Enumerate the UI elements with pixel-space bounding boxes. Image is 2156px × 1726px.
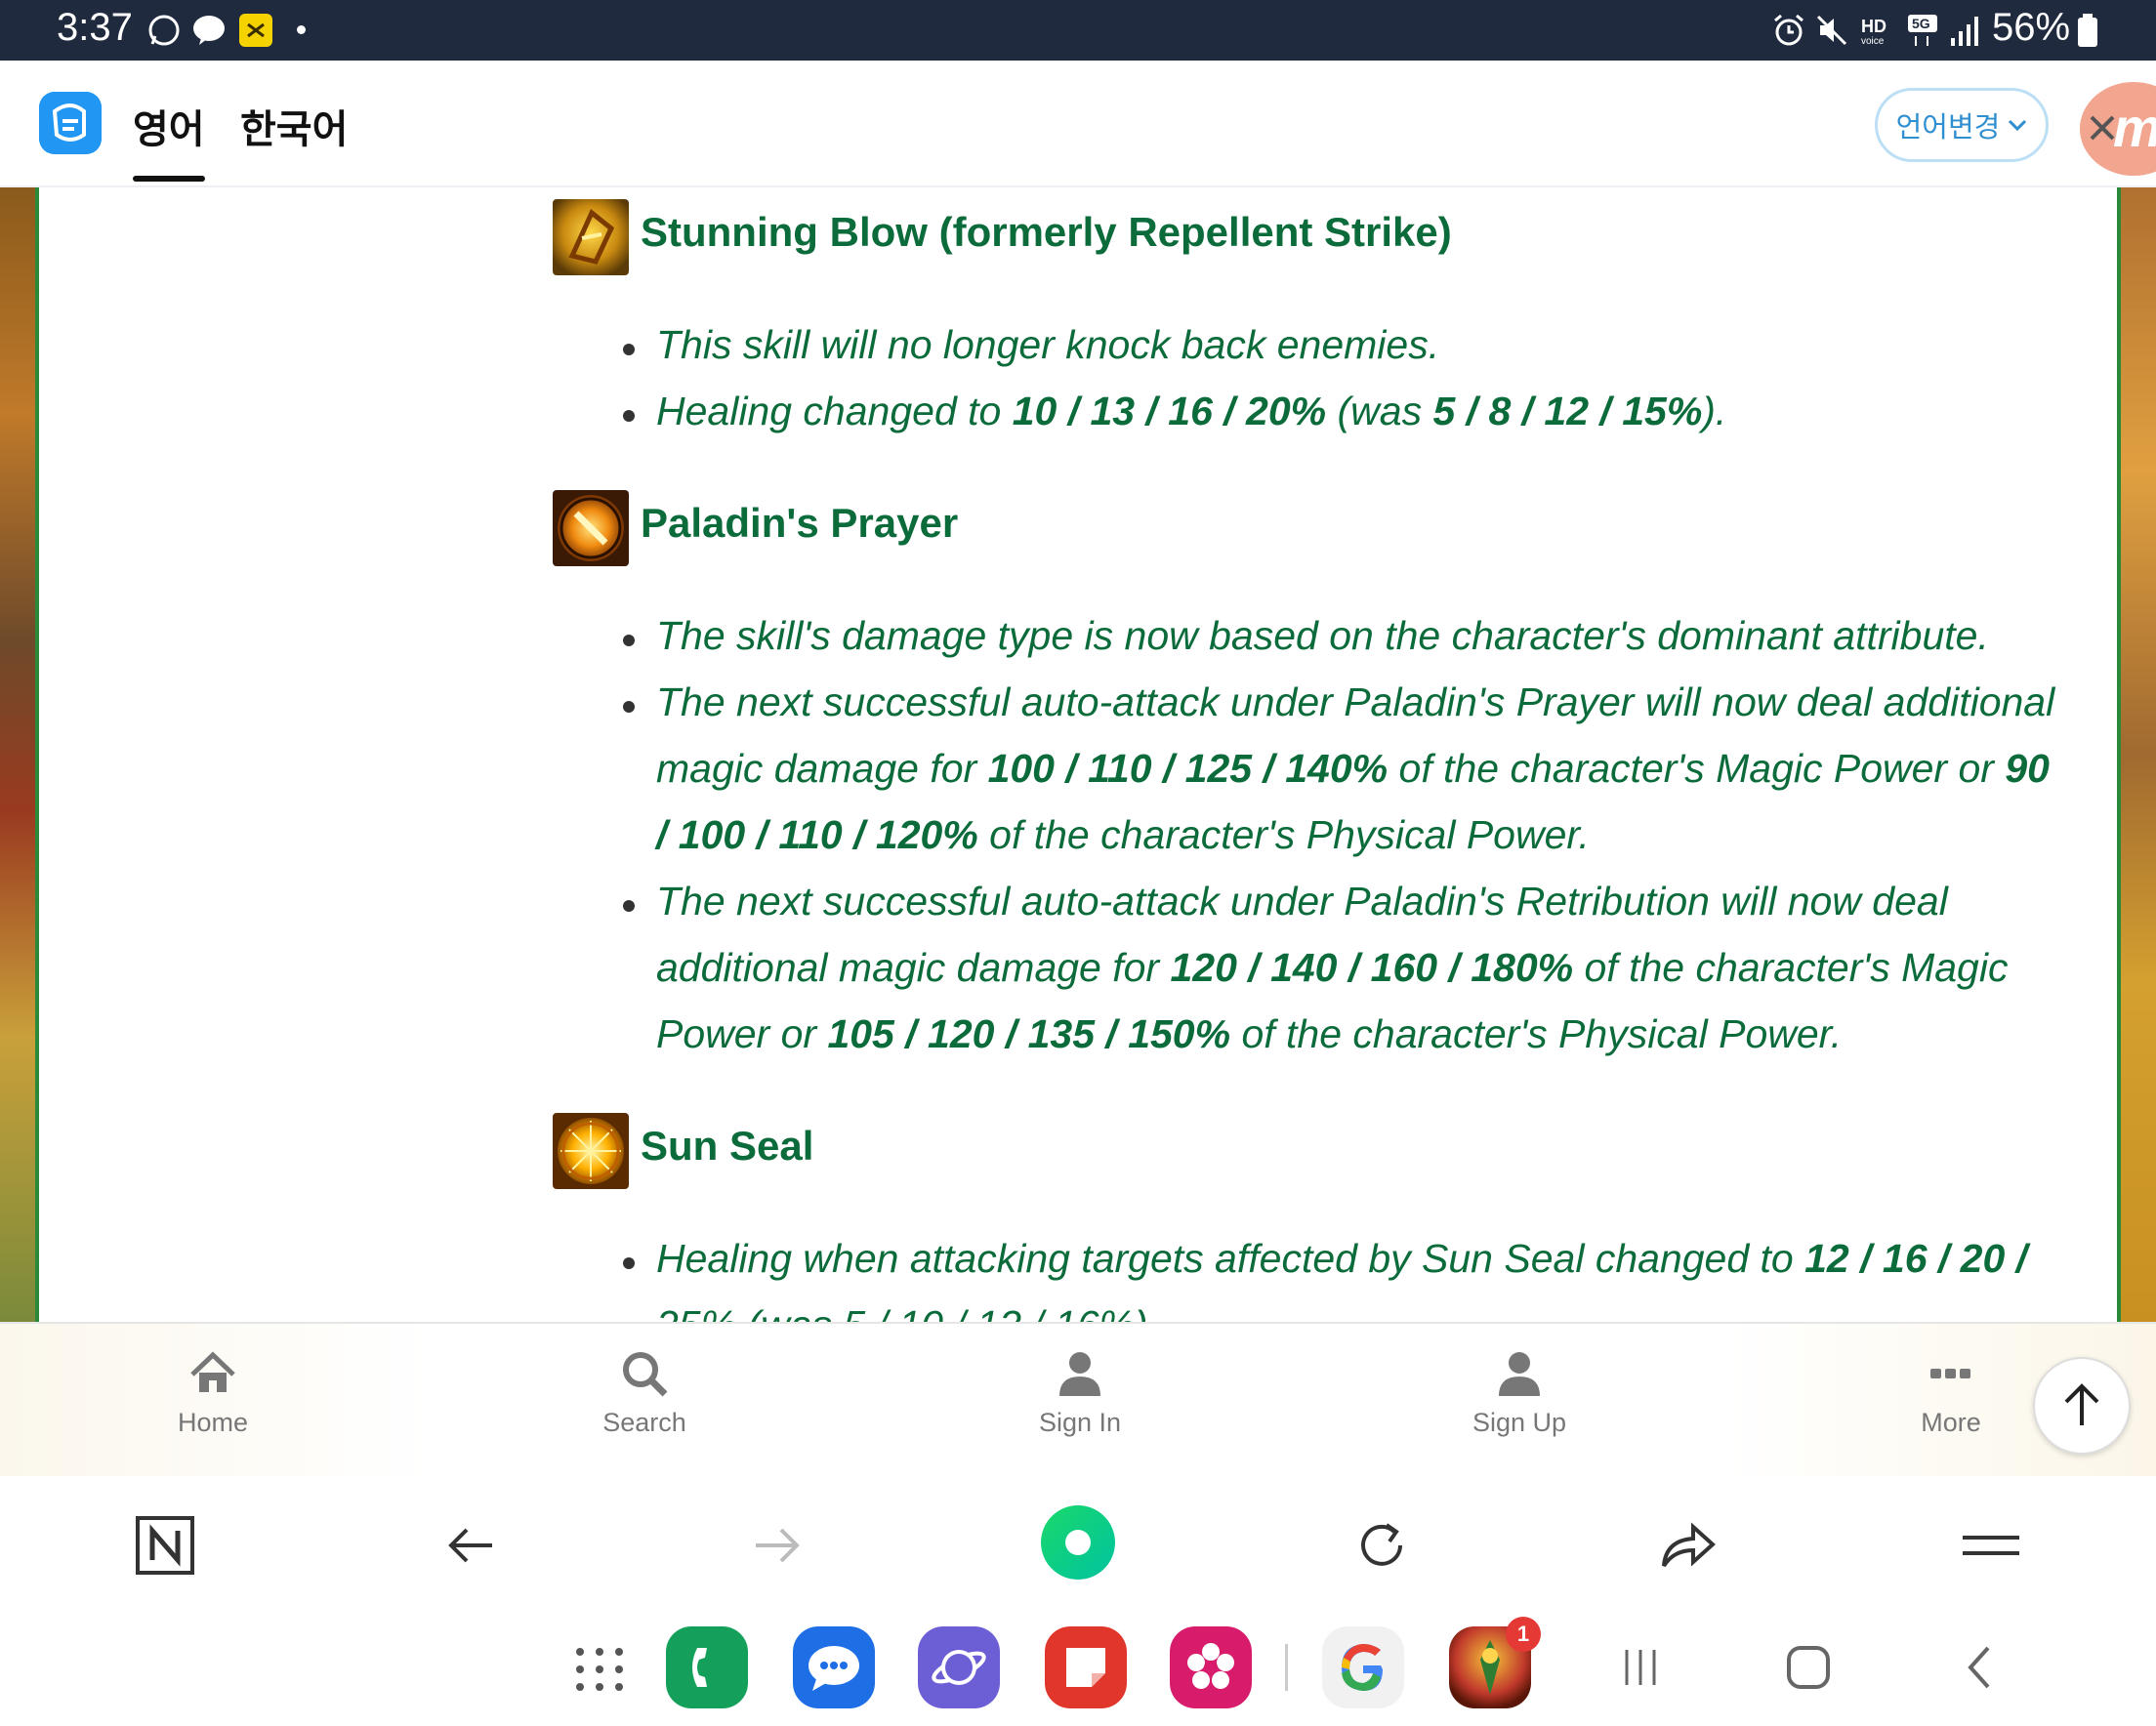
nav-more-label: More <box>1921 1408 1981 1437</box>
internet-app-icon[interactable] <box>918 1626 1000 1708</box>
bullet-text: The next successful auto-attack under Pa… <box>656 679 2055 724</box>
browser-toolbar <box>0 1476 2156 1613</box>
section-title-sun-seal: Sun Seal <box>641 1123 814 1169</box>
bullet-text-continued: Power or 105 / 120 / 135 / 150% of the c… <box>656 1011 1843 1056</box>
nav-sign-up[interactable]: Sign Up <box>1441 1347 1597 1438</box>
phone-app-icon[interactable] <box>666 1626 748 1708</box>
page-background-left <box>0 187 39 1322</box>
apps-grid-icon[interactable] <box>559 1626 641 1708</box>
messages-app-icon[interactable] <box>793 1626 875 1708</box>
notes-app-icon[interactable] <box>1045 1626 1127 1708</box>
nav-search-label: Search <box>602 1408 686 1437</box>
whatsapp-icon <box>148 15 180 46</box>
kakaotalk-icon <box>193 16 225 45</box>
section-title-stunning-blow: Stunning Blow (formerly Repellent Strike… <box>641 209 1452 255</box>
naver-home-icon[interactable] <box>131 1511 199 1580</box>
bullet-text: The next successful auto-attack under Pa… <box>656 879 1948 924</box>
article-content: Stunning Blow (formerly Repellent Strike… <box>0 187 2156 1322</box>
nav-home-label: Home <box>177 1408 249 1437</box>
mute-icon <box>1816 15 1847 46</box>
status-bar: 3:37 HD voice 5G 56% <box>0 0 2156 61</box>
bullet-text: Healing when attacking targets affected … <box>656 1236 2028 1281</box>
blossom-app-icon[interactable] <box>1170 1626 1252 1708</box>
green-dot-icon[interactable] <box>1039 1503 1117 1582</box>
tab-korean[interactable]: 한국어 <box>240 98 348 154</box>
bullet <box>623 635 635 646</box>
back-arrow-icon[interactable] <box>437 1511 506 1580</box>
dock-divider <box>1285 1644 1288 1691</box>
change-language-button[interactable]: 언어변경 <box>1875 88 2049 162</box>
user-icon <box>1059 1352 1100 1396</box>
tab-english[interactable]: 영어 <box>133 98 205 182</box>
section-title-paladins-prayer: Paladin's Prayer <box>641 500 959 546</box>
recents-icon[interactable] <box>1617 1644 1664 1691</box>
bullet <box>623 701 635 713</box>
nav-sign-in-label: Sign In <box>1038 1408 1122 1437</box>
arrow-up-icon <box>2064 1383 2099 1425</box>
reload-icon[interactable] <box>1348 1511 1416 1580</box>
svg-text:5G: 5G <box>1912 16 1930 31</box>
status-dot <box>297 25 306 34</box>
bullet <box>623 410 635 422</box>
svg-text:voice: voice <box>1861 36 1885 47</box>
bullet-text-continued: / 100 / 110 / 120% of the character's Ph… <box>656 812 1590 857</box>
home-button-icon[interactable] <box>1783 1642 1834 1693</box>
bullet-text: Healing changed to 10 / 13 / 16 / 20% (w… <box>656 389 1727 433</box>
share-icon[interactable] <box>1652 1511 1721 1580</box>
scroll-to-top-button[interactable] <box>2033 1357 2131 1455</box>
nav-sign-up-label: Sign Up <box>1472 1408 1567 1437</box>
translate-header: 영어 한국어 언어변경 m <box>0 61 2156 187</box>
forward-arrow-icon[interactable] <box>742 1511 810 1580</box>
chevron-down-icon <box>2009 119 2027 132</box>
bullet-text: The skill's damage type is now based on … <box>656 613 1989 658</box>
change-language-label: 언어변경 <box>1895 112 2001 144</box>
kakao-bank-icon <box>239 14 272 47</box>
hd-voice-icon: HDvoice <box>1861 17 1886 47</box>
alarm-icon <box>1774 14 1804 46</box>
paladins-prayer-skill-icon <box>553 490 629 566</box>
user-icon <box>1499 1352 1540 1396</box>
status-time: 3:37 <box>57 6 133 49</box>
bullet <box>623 1257 635 1269</box>
papago-logo-icon[interactable] <box>39 92 102 154</box>
close-icon: m <box>2090 97 2156 158</box>
back-button-icon[interactable] <box>1957 1644 2004 1691</box>
nav-search[interactable]: Search <box>566 1347 723 1438</box>
home-icon <box>190 1351 235 1392</box>
game-notification-badge: 1 <box>1506 1617 1541 1652</box>
search-icon <box>623 1352 668 1397</box>
bullet <box>623 344 635 355</box>
nav-sign-in[interactable]: Sign In <box>1002 1347 1158 1438</box>
nav-more[interactable]: More <box>1873 1347 2029 1438</box>
bullet-text-continued: additional magic damage for 120 / 140 / … <box>656 945 2009 990</box>
signal-icon <box>1951 17 1978 46</box>
bullet-text-continued: magic damage for 100 / 110 / 125 / 140% … <box>656 746 2050 791</box>
menu-icon[interactable] <box>1957 1511 2025 1580</box>
site-bottom-nav: Home Search Sign In Sign Up More <box>0 1322 2156 1476</box>
battery-icon <box>2078 14 2097 47</box>
sun-seal-skill-icon <box>553 1113 629 1189</box>
close-translate-button[interactable]: m <box>2080 82 2156 176</box>
bullet-text-continued: 25% (was 5 / 10 / 13 / 16%) <box>656 1302 1148 1322</box>
more-dots-icon <box>1930 1369 1970 1378</box>
svg-text:m: m <box>2113 97 2156 158</box>
stunning-blow-skill-icon <box>553 199 629 275</box>
battery-percent: 56% <box>1992 6 2071 49</box>
android-dock: 1 <box>0 1613 2156 1726</box>
nav-home[interactable]: Home <box>135 1347 291 1438</box>
bullet <box>623 900 635 912</box>
page-background-right <box>2119 187 2156 1322</box>
svg-text:HD: HD <box>1861 17 1886 36</box>
content-border-right <box>2117 187 2121 1322</box>
5g-icon: 5G <box>1908 15 1937 46</box>
google-app-icon[interactable] <box>1322 1626 1404 1708</box>
bullet-text: This skill will no longer knock back ene… <box>656 322 1440 367</box>
content-border-left <box>35 187 39 1322</box>
